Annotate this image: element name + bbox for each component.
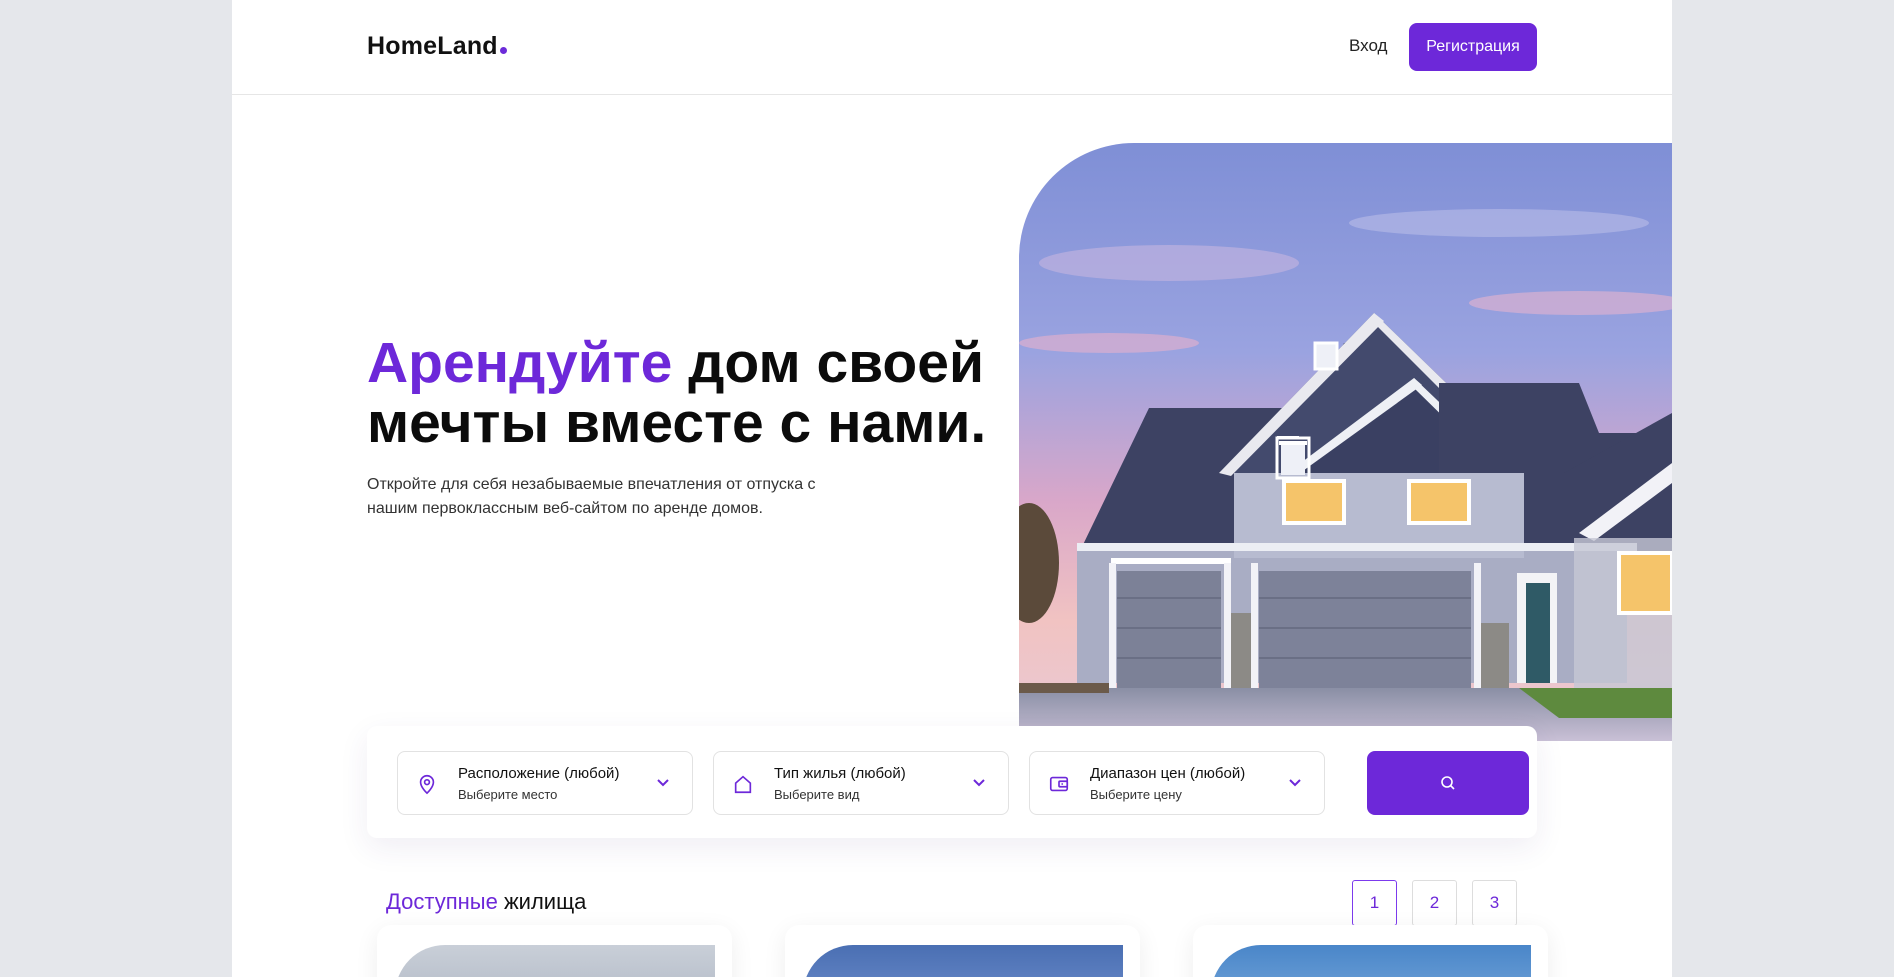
page-button-2[interactable]: 2 bbox=[1412, 880, 1457, 926]
listings-title-accent: Доступные bbox=[386, 889, 498, 914]
logo-dot bbox=[499, 47, 507, 54]
search-bar: Расположение (любой) Выберите место Тип … bbox=[367, 726, 1537, 838]
hero-title: Арендуйте дом своей мечты вместе с нами. bbox=[367, 333, 1047, 453]
location-filter-subtitle: Выберите место bbox=[458, 787, 558, 802]
property-type-filter-title: Тип жилья (любой) bbox=[774, 765, 906, 782]
listing-image bbox=[395, 945, 715, 977]
price-range-filter-title: Диапазон цен (любой) bbox=[1090, 765, 1246, 782]
page-button-3[interactable]: 3 bbox=[1472, 880, 1517, 926]
hero-title-accent: Арендуйте bbox=[367, 331, 673, 395]
location-filter-title: Расположение (любой) bbox=[458, 765, 620, 782]
map-pin-icon bbox=[419, 774, 435, 795]
home-icon bbox=[734, 775, 752, 794]
listing-image bbox=[1211, 945, 1531, 977]
price-range-filter-subtitle: Выберите цену bbox=[1090, 787, 1182, 802]
hero-title-line2: мечты вместе с нами. bbox=[367, 391, 987, 455]
register-button[interactable]: Регистрация bbox=[1409, 23, 1537, 71]
listing-image bbox=[803, 945, 1123, 977]
wallet-icon bbox=[1049, 776, 1069, 792]
search-icon bbox=[1441, 776, 1455, 790]
listing-card[interactable] bbox=[1193, 925, 1548, 977]
logo[interactable]: HomeLand bbox=[367, 32, 507, 61]
page-button-1[interactable]: 1 bbox=[1352, 880, 1397, 926]
hero-house-image bbox=[1019, 143, 1672, 741]
chevron-down-icon bbox=[657, 779, 669, 787]
listings-title: Доступные жилища bbox=[386, 889, 586, 915]
price-range-filter[interactable]: Диапазон цен (любой) Выберите цену bbox=[1029, 751, 1325, 815]
chevron-down-icon bbox=[973, 779, 985, 787]
search-button[interactable] bbox=[1367, 751, 1529, 815]
hero-subtitle: Откройте для себя незабываемые впечатлен… bbox=[367, 476, 816, 517]
chevron-down-icon bbox=[1289, 779, 1301, 787]
logo-text: HomeLand bbox=[367, 32, 498, 60]
site-header: HomeLand Вход Регистрация bbox=[232, 0, 1672, 95]
listings-title-rest: жилища bbox=[497, 889, 587, 914]
login-link[interactable]: Вход bbox=[1349, 36, 1387, 56]
hero-title-rest: дом своей bbox=[672, 331, 984, 395]
property-type-filter-subtitle: Выберите вид bbox=[774, 787, 860, 802]
page: HomeLand Вход Регистрация Арендуйте дом … bbox=[232, 0, 1672, 977]
listing-card[interactable] bbox=[377, 925, 732, 977]
location-filter[interactable]: Расположение (любой) Выберите место bbox=[397, 751, 693, 815]
listing-card[interactable] bbox=[785, 925, 1140, 977]
property-type-filter[interactable]: Тип жилья (любой) Выберите вид bbox=[713, 751, 1009, 815]
